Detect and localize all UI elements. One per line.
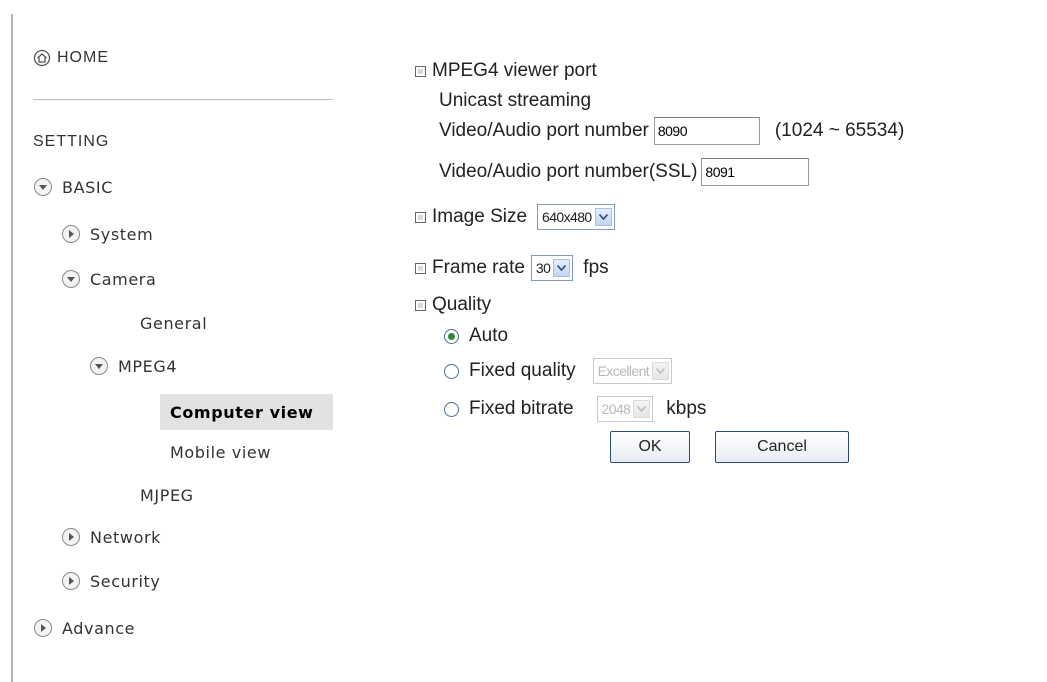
- auto-label: Auto: [469, 325, 509, 346]
- sidebar-item-mjpeg[interactable]: MJPEG: [140, 482, 194, 508]
- frame-rate-value: 30: [535, 260, 551, 276]
- sidebar-item-advance[interactable]: Advance: [33, 615, 135, 641]
- home-icon: [33, 49, 51, 67]
- sidebar: HOME SETTING BASIC System Camera General…: [0, 0, 333, 682]
- quality-fixed-option[interactable]: Fixed quality Excellent: [444, 358, 673, 384]
- sidebar-label-mpeg4: MPEG4: [118, 356, 178, 376]
- fixed-quality-label: Fixed quality: [469, 360, 576, 381]
- dropdown-arrow-icon: [633, 400, 651, 418]
- quality-row: Quality: [415, 292, 491, 318]
- dropdown-arrow-icon: [652, 362, 670, 380]
- sidebar-item-camera[interactable]: Camera: [61, 266, 156, 292]
- sidebar-label-advance: Advance: [62, 618, 136, 638]
- radio-fixed-bitrate[interactable]: [444, 401, 459, 417]
- divider: [33, 99, 333, 100]
- ok-button[interactable]: OK: [610, 431, 690, 463]
- collapsed-arrow-icon: [34, 619, 52, 637]
- unicast-label: Unicast streaming: [439, 90, 592, 111]
- kbps-unit: kbps: [666, 398, 707, 419]
- sidebar-label-basic: BASIC: [62, 177, 113, 197]
- cancel-button[interactable]: Cancel: [715, 431, 849, 463]
- bullet-icon: [415, 211, 426, 223]
- bullet-icon: [415, 65, 426, 77]
- dropdown-arrow-icon: [553, 259, 571, 277]
- va-port-label: Video/Audio port number: [439, 120, 649, 141]
- va-ssl-label: Video/Audio port number(SSL): [439, 161, 698, 182]
- bullet-icon: [415, 262, 426, 274]
- sidebar-item-network[interactable]: Network: [61, 524, 161, 550]
- fixed-bitrate-select[interactable]: 2048: [596, 396, 654, 422]
- fixed-quality-value: Excellent: [597, 363, 650, 379]
- sidebar-label-network: Network: [90, 527, 162, 547]
- expanded-arrow-icon: [62, 270, 80, 288]
- radio-fixed-quality[interactable]: [444, 363, 459, 379]
- image-size-label: Image Size: [432, 206, 528, 227]
- fixed-quality-select[interactable]: Excellent: [592, 358, 673, 384]
- va-port-row: Video/Audio port number (1024 ~ 65534): [439, 117, 905, 145]
- fixed-bitrate-label: Fixed bitrate: [469, 398, 574, 419]
- frame-rate-row: Frame rate 30 fps: [415, 255, 609, 281]
- image-size-select[interactable]: 640x480: [537, 204, 615, 230]
- sidebar-label-camera: Camera: [90, 269, 157, 289]
- collapsed-arrow-icon: [62, 225, 80, 243]
- sidebar-item-security[interactable]: Security: [61, 568, 161, 594]
- fixed-bitrate-value: 2048: [601, 401, 631, 417]
- quality-label: Quality: [432, 294, 492, 315]
- home-link[interactable]: HOME: [33, 44, 109, 72]
- sidebar-label-security: Security: [90, 571, 161, 591]
- frame-rate-select[interactable]: 30: [530, 255, 574, 281]
- dropdown-arrow-icon: [594, 208, 612, 226]
- sidebar-label-system: System: [90, 224, 154, 244]
- collapsed-arrow-icon: [62, 572, 80, 590]
- section-mpeg4-port: MPEG4 viewer port: [415, 58, 597, 84]
- sidebar-item-mpeg4[interactable]: MPEG4: [89, 353, 177, 379]
- sidebar-item-general[interactable]: General: [140, 310, 207, 336]
- va-ssl-input[interactable]: [701, 158, 810, 186]
- expanded-arrow-icon: [90, 357, 108, 375]
- port-range-text: (1024 ~ 65534): [774, 120, 905, 141]
- sidebar-item-system[interactable]: System: [61, 221, 153, 247]
- quality-bitrate-option[interactable]: Fixed bitrate 2048 kbps: [444, 396, 706, 422]
- fps-unit: fps: [583, 257, 609, 278]
- radio-auto[interactable]: [444, 328, 459, 344]
- image-size-value: 640x480: [542, 209, 592, 225]
- expanded-arrow-icon: [34, 178, 52, 196]
- sidebar-item-computer-view[interactable]: Computer view: [170, 399, 314, 425]
- collapsed-arrow-icon: [62, 528, 80, 546]
- frame-rate-label: Frame rate: [432, 257, 525, 278]
- va-ssl-row: Video/Audio port number(SSL): [439, 158, 810, 186]
- setting-heading: SETTING: [33, 133, 110, 150]
- image-size-row: Image Size 640x480: [415, 204, 615, 230]
- home-label: HOME: [57, 49, 109, 66]
- quality-auto-option[interactable]: Auto: [444, 323, 508, 349]
- section-title: MPEG4 viewer port: [432, 60, 597, 81]
- sidebar-item-mobile-view[interactable]: Mobile view: [170, 439, 271, 465]
- va-port-input[interactable]: [653, 117, 760, 145]
- sidebar-item-basic[interactable]: BASIC: [33, 174, 113, 200]
- bullet-icon: [415, 299, 426, 311]
